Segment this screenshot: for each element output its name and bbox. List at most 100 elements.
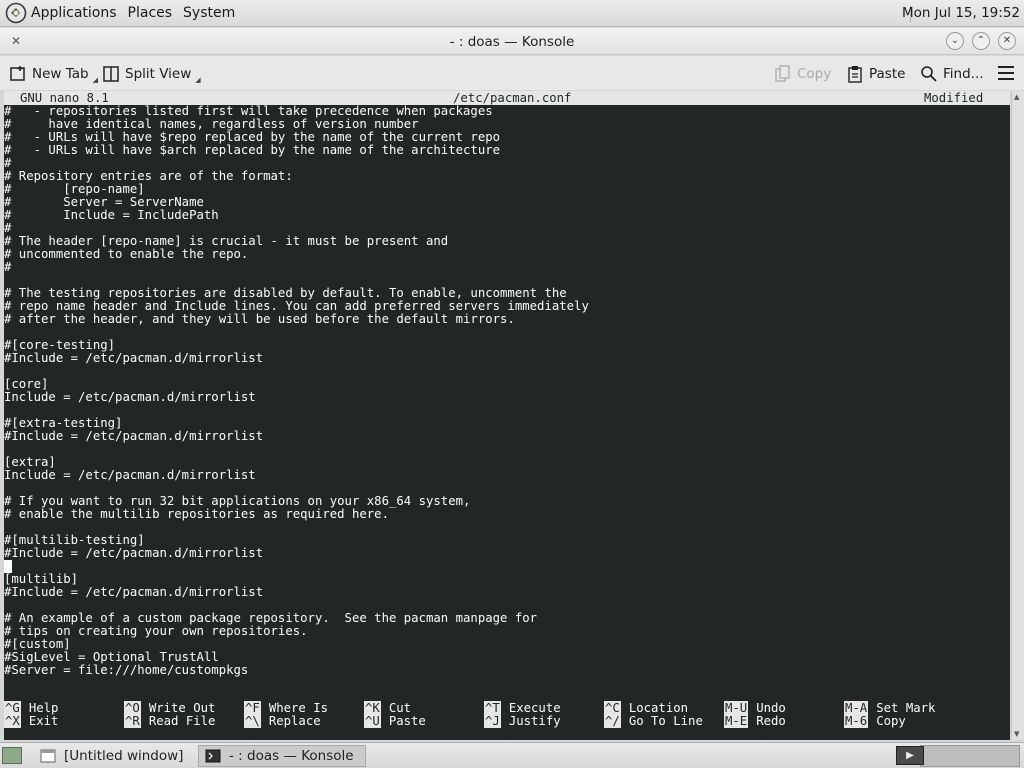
- editor-line[interactable]: # If you want to run 32 bit applications…: [4, 495, 1010, 508]
- copy-button[interactable]: Copy: [774, 64, 831, 84]
- editor-line[interactable]: # enable the multilib repositories as re…: [4, 508, 1010, 521]
- minimize-icon[interactable]: ⌄: [946, 32, 964, 50]
- editor-line[interactable]: # after the header, and they will be use…: [4, 313, 1010, 326]
- shortcut-label: Undo: [756, 701, 786, 715]
- close-icon[interactable]: ✕: [998, 32, 1016, 50]
- window-title: - : doas — Konsole: [449, 34, 575, 50]
- split-view-button[interactable]: Split View ◢: [102, 64, 201, 84]
- editor-line[interactable]: #: [4, 157, 1010, 170]
- editor-line[interactable]: #SigLevel = Optional TrustAll: [4, 651, 1010, 664]
- editor-line[interactable]: #Include = /etc/pacman.d/mirrorlist: [4, 352, 1010, 365]
- editor-line[interactable]: # The header [repo-name] is crucial - it…: [4, 235, 1010, 248]
- editor-line[interactable]: [extra]: [4, 456, 1010, 469]
- shortcut-label: Location: [628, 701, 689, 715]
- terminal-scrollbar[interactable]: ▲ ▼: [1011, 91, 1024, 740]
- editor-line[interactable]: # [repo-name]: [4, 183, 1010, 196]
- shortcut-key: M-A: [844, 701, 869, 715]
- editor-line[interactable]: [4, 274, 1010, 287]
- editor-line[interactable]: #Include = /etc/pacman.d/mirrorlist: [4, 430, 1010, 443]
- menu-system[interactable]: System: [183, 5, 235, 21]
- editor-line[interactable]: #Include = /etc/pacman.d/mirrorlist: [4, 586, 1010, 599]
- shortcut-row: ^X Exit ^R Read File ^\ Replace ^U Paste ^J Justi…: [4, 714, 1010, 728]
- editor-line[interactable]: # Server = ServerName: [4, 196, 1010, 209]
- konsole-toolbar: New Tab ◢ Split View ◢ Copy Paste Find..…: [0, 56, 1024, 90]
- editor-line[interactable]: # repo name header and Include lines. Yo…: [4, 300, 1010, 313]
- hamburger-menu-icon[interactable]: [998, 66, 1014, 80]
- shortcut-label: Where Is: [268, 701, 329, 715]
- editor-line[interactable]: # have identical names, regardless of ve…: [4, 118, 1010, 131]
- editor-line[interactable]: #Server = file:///home/custompkgs: [4, 664, 1010, 677]
- shortcut-key: ^T: [484, 701, 501, 715]
- workspace-switcher[interactable]: [920, 745, 1020, 767]
- terminal-icon: [205, 749, 221, 763]
- maximize-icon[interactable]: ⌃: [972, 32, 990, 50]
- shortcut-label: Replace: [268, 714, 321, 728]
- editor-line[interactable]: #Include = /etc/pacman.d/mirrorlist: [4, 547, 1010, 560]
- editor-line[interactable]: [4, 365, 1010, 378]
- paste-label: Paste: [869, 66, 906, 82]
- window-titlebar[interactable]: ✕ - : doas — Konsole ⌄ ⌃ ✕: [0, 28, 1024, 55]
- workspace-active-icon[interactable]: ▶: [896, 746, 924, 765]
- editor-line[interactable]: [4, 560, 1010, 573]
- editor-line[interactable]: [4, 599, 1010, 612]
- nano-editor-buffer[interactable]: # - repositories listed first will take …: [4, 105, 1010, 677]
- menu-applications[interactable]: Applications: [31, 5, 117, 21]
- editor-line[interactable]: # - repositories listed first will take …: [4, 105, 1010, 118]
- editor-line[interactable]: [4, 482, 1010, 495]
- task-konsole[interactable]: - : doas — Konsole: [198, 745, 366, 767]
- editor-line[interactable]: Include = /etc/pacman.d/mirrorlist: [4, 469, 1010, 482]
- window-icon: [40, 749, 56, 763]
- gnome-foot-icon[interactable]: [5, 2, 27, 24]
- shortcut-key: M-E: [724, 714, 749, 728]
- show-desktop-icon[interactable]: [2, 747, 22, 764]
- editor-line[interactable]: # Repository entries are of the format:: [4, 170, 1010, 183]
- editor-line[interactable]: #[custom]: [4, 638, 1010, 651]
- editor-line[interactable]: Include = /etc/pacman.d/mirrorlist: [4, 391, 1010, 404]
- shortcut-item: ^R Read File: [124, 714, 215, 728]
- editor-line[interactable]: # The testing repositories are disabled …: [4, 287, 1010, 300]
- editor-line[interactable]: # uncommented to enable the repo.: [4, 248, 1010, 261]
- shortcut-key: ^O: [124, 701, 141, 715]
- shortcut-label: Go To Line: [628, 714, 703, 728]
- shortcut-key: M-6: [844, 714, 869, 728]
- shortcut-item: ^/ Go To Line: [604, 714, 703, 728]
- shortcut-key: ^R: [124, 714, 141, 728]
- scroll-down-icon[interactable]: ▼: [1014, 730, 1019, 738]
- editor-line[interactable]: [4, 443, 1010, 456]
- editor-line[interactable]: # - URLs will have $arch replaced by the…: [4, 144, 1010, 157]
- shortcut-key: ^C: [604, 701, 621, 715]
- editor-line[interactable]: #: [4, 261, 1010, 274]
- editor-line[interactable]: [multilib]: [4, 573, 1010, 586]
- new-tab-label: New Tab: [32, 66, 89, 82]
- shortcut-key: ^G: [4, 701, 21, 715]
- shortcut-item: ^U Paste: [364, 714, 426, 728]
- nano-filename: /etc/pacman.conf: [453, 91, 572, 105]
- editor-line[interactable]: [4, 326, 1010, 339]
- task-untitled-window[interactable]: [Untitled window]: [34, 745, 194, 767]
- copy-icon: [775, 65, 790, 82]
- paste-button[interactable]: Paste: [846, 64, 905, 84]
- editor-line[interactable]: #[multilib-testing]: [4, 534, 1010, 547]
- editor-line[interactable]: # tips on creating your own repositories…: [4, 625, 1010, 638]
- editor-line[interactable]: #: [4, 222, 1010, 235]
- editor-line[interactable]: # An example of a custom package reposit…: [4, 612, 1010, 625]
- shortcut-label: Help: [28, 701, 59, 715]
- shortcut-key: ^F: [244, 701, 261, 715]
- copy-label: Copy: [797, 66, 832, 82]
- editor-line[interactable]: [4, 404, 1010, 417]
- terminal-view[interactable]: GNU nano 8.1 /etc/pacman.conf Modified #…: [4, 91, 1010, 740]
- editor-line[interactable]: # - URLs will have $repo replaced by the…: [4, 131, 1010, 144]
- shortcut-item: ^X Exit: [4, 714, 58, 728]
- menu-places[interactable]: Places: [128, 5, 173, 21]
- nano-shortcut-bar: ^G Help ^O Write Out ^F Where Is ^K Cut ^T Execut…: [4, 701, 1010, 728]
- editor-line[interactable]: [4, 521, 1010, 534]
- find-button[interactable]: Find...: [920, 64, 984, 84]
- editor-line[interactable]: [core]: [4, 378, 1010, 391]
- editor-line[interactable]: #[extra-testing]: [4, 417, 1010, 430]
- shortcut-key: ^/: [604, 714, 621, 728]
- new-tab-button[interactable]: New Tab ◢: [9, 64, 98, 84]
- editor-line[interactable]: #[core-testing]: [4, 339, 1010, 352]
- editor-line[interactable]: # Include = IncludePath: [4, 209, 1010, 222]
- scroll-up-icon[interactable]: ▲: [1014, 93, 1019, 101]
- clock[interactable]: Mon Jul 15, 19:52: [902, 5, 1020, 21]
